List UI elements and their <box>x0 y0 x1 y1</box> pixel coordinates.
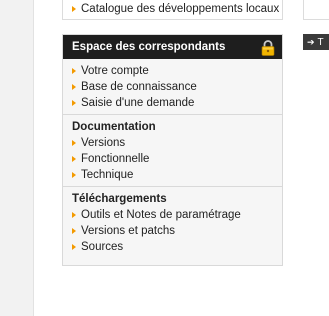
documentation-heading: Documentation <box>72 121 156 133</box>
panel-title: Espace des correspondants <box>72 41 226 53</box>
versions-patchs-link[interactable]: Versions et patchs <box>72 223 282 239</box>
bullet-arrow-icon <box>72 172 76 178</box>
link-label: Versions et patchs <box>81 225 175 237</box>
link-label: Technique <box>81 169 134 181</box>
bullet-arrow-icon <box>72 244 76 250</box>
right-tab-label: T <box>317 36 324 48</box>
link-label: Sources <box>81 241 124 253</box>
account-section: Votre compte Base de connaissance Saisie… <box>63 59 282 115</box>
technique-link[interactable]: Technique <box>72 167 282 183</box>
bullet-arrow-icon <box>72 68 76 74</box>
bullet-arrow-icon <box>72 156 76 162</box>
documentation-section: Documentation Versions Fonctionnelle Tec… <box>63 115 282 187</box>
top-link-box: Catalogue des développements locaux <box>62 0 283 20</box>
catalogue-link[interactable]: Catalogue des développements locaux <box>63 1 282 17</box>
fonctionnelle-link[interactable]: Fonctionnelle <box>72 151 282 167</box>
telechargements-heading: Téléchargements <box>72 193 167 205</box>
link-label: Versions <box>81 137 126 149</box>
bullet-arrow-icon <box>72 100 76 106</box>
sources-link[interactable]: Sources <box>72 239 282 255</box>
left-gutter <box>0 0 34 316</box>
link-label: Base de connaissance <box>81 81 197 93</box>
panel-header: Espace des correspondants <box>63 35 282 59</box>
catalogue-link-label: Catalogue des développements locaux <box>81 3 280 15</box>
base-connaissance-link[interactable]: Base de connaissance <box>72 79 282 95</box>
correspondants-panel: Espace des correspondants Votre compte B… <box>62 34 283 266</box>
versions-link[interactable]: Versions <box>72 135 282 151</box>
bullet-arrow-icon <box>72 212 76 218</box>
bullet-arrow-icon <box>72 84 76 90</box>
bullet-arrow-icon <box>72 140 76 146</box>
lock-icon <box>261 39 275 56</box>
bullet-arrow-icon <box>72 6 76 12</box>
right-tab-button[interactable]: ➔ T <box>303 34 329 50</box>
telechargements-section: Téléchargements Outils et Notes de param… <box>63 187 282 258</box>
link-label: Saisie d'une demande <box>81 97 195 109</box>
link-label: Votre compte <box>81 65 149 77</box>
right-column-box <box>303 0 329 20</box>
link-label: Outils et Notes de paramétrage <box>81 209 241 221</box>
outils-notes-link[interactable]: Outils et Notes de paramétrage <box>72 207 282 223</box>
votre-compte-link[interactable]: Votre compte <box>72 63 282 79</box>
arrow-right-icon: ➔ <box>307 36 315 47</box>
link-label: Fonctionnelle <box>81 153 150 165</box>
saisie-demande-link[interactable]: Saisie d'une demande <box>72 95 282 111</box>
bullet-arrow-icon <box>72 228 76 234</box>
